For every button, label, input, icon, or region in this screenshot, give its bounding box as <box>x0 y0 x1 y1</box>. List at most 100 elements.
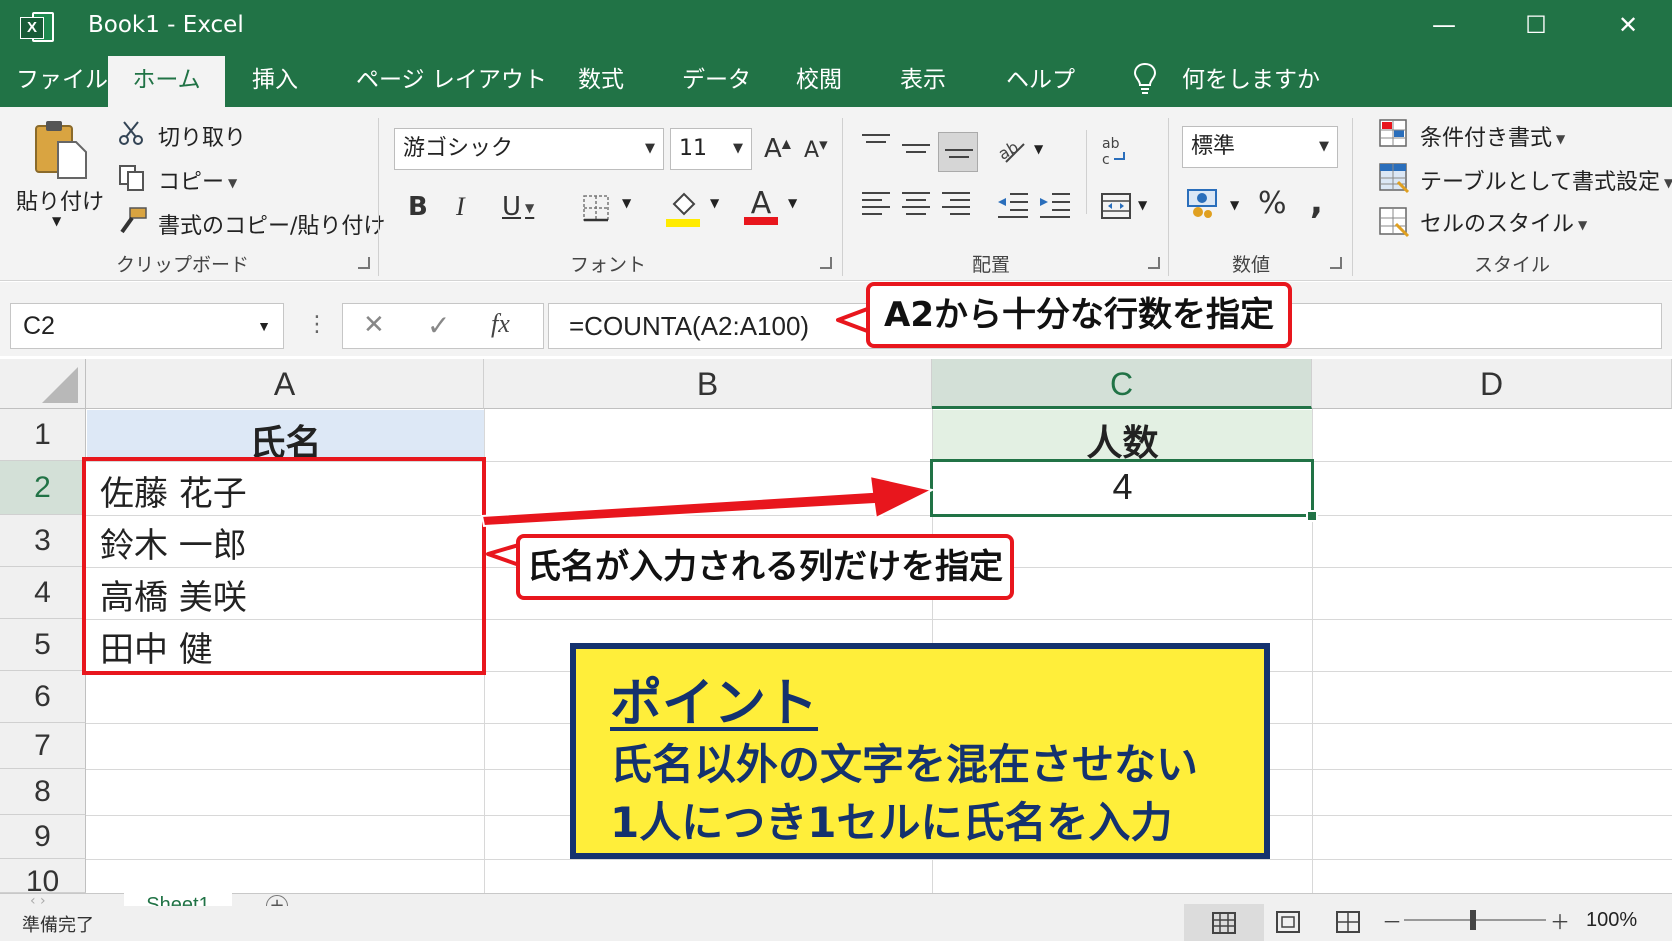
number-launcher-icon[interactable] <box>1330 257 1342 269</box>
row-header-5[interactable]: 5 <box>0 619 86 671</box>
grow-font-button[interactable]: A▲ <box>764 134 791 164</box>
row-header-2[interactable]: 2 <box>0 461 86 515</box>
wrap-text-icon[interactable]: ab c <box>1100 134 1130 168</box>
formula-callout: A2から十分な行数を指定 <box>866 282 1292 348</box>
currency-dropdown-icon[interactable]: ▼ <box>1230 198 1239 212</box>
row-header-7[interactable]: 7 <box>0 723 86 769</box>
borders-icon[interactable] <box>582 194 610 222</box>
increase-indent-icon[interactable] <box>1038 190 1072 220</box>
zoom-out-button[interactable]: － <box>1382 906 1402 935</box>
align-left-icon[interactable] <box>862 192 890 220</box>
page-break-view-icon[interactable] <box>1336 911 1360 933</box>
paste-icon[interactable] <box>32 118 90 180</box>
fill-color-icon[interactable] <box>666 190 700 228</box>
status-bar <box>0 906 1672 941</box>
decrease-indent-icon[interactable] <box>996 190 1030 220</box>
point-line-1: 氏名以外の文字を混在させない <box>610 740 1199 789</box>
align-top-icon[interactable] <box>862 134 890 148</box>
minimize-button[interactable]: — <box>1420 8 1468 42</box>
merge-dropdown-icon[interactable]: ▼ <box>1138 198 1147 212</box>
zoom-level[interactable]: 100% <box>1586 909 1637 932</box>
tab-help[interactable]: ヘルプ <box>1006 60 1075 94</box>
scissors-icon <box>119 121 143 145</box>
orientation-icon[interactable]: ab <box>996 134 1030 166</box>
column-header-c[interactable]: C <box>932 359 1312 409</box>
comma-button[interactable]: , <box>1310 182 1323 222</box>
orientation-dropdown-icon[interactable]: ▼ <box>1034 142 1043 156</box>
red-arrow-icon <box>480 474 935 528</box>
row-header-3[interactable]: 3 <box>0 515 86 567</box>
tab-page-layout[interactable]: ページ レイアウト <box>356 60 547 94</box>
clipboard-launcher-icon[interactable] <box>358 257 370 269</box>
copy-button[interactable]: コピー ▼ <box>158 164 237 196</box>
insert-function-button[interactable]: fx <box>491 309 510 339</box>
cancel-entry-button[interactable]: ✕ <box>363 310 385 340</box>
format-as-table-button[interactable]: テーブルとして書式設定 ▼ <box>1420 164 1672 196</box>
normal-view-icon <box>1212 912 1236 934</box>
confirm-entry-button[interactable]: ✓ <box>427 309 450 342</box>
column-header-d[interactable]: D <box>1312 359 1672 409</box>
page-layout-view-icon[interactable] <box>1276 911 1300 933</box>
alignment-group-label: 配置 <box>972 254 1011 276</box>
paste-dropdown-icon[interactable]: ▼ <box>52 214 61 228</box>
font-color-icon[interactable]: A <box>744 186 778 225</box>
clipboard-group-label: クリップボード <box>116 254 250 276</box>
format-painter-icon <box>120 207 147 234</box>
cut-button[interactable]: 切り取り <box>158 120 246 152</box>
row-header-8[interactable]: 8 <box>0 769 86 815</box>
align-right-icon[interactable] <box>942 192 970 220</box>
font-name-select[interactable]: 游ゴシック ▼ <box>394 128 664 170</box>
font-color-dropdown-icon[interactable]: ▼ <box>788 196 797 210</box>
italic-button[interactable]: I <box>456 192 465 222</box>
zoom-in-button[interactable]: ＋ <box>1550 906 1570 935</box>
row-header-6[interactable]: 6 <box>0 671 86 723</box>
zoom-slider-thumb[interactable] <box>1470 910 1476 930</box>
tell-me-search[interactable]: 何をしますか <box>1182 60 1320 94</box>
percent-button[interactable]: % <box>1258 186 1287 221</box>
tab-view[interactable]: 表示 <box>900 60 946 94</box>
shrink-font-button[interactable]: A▼ <box>804 138 828 163</box>
align-center-icon[interactable] <box>902 192 930 220</box>
tab-review[interactable]: 校閲 <box>796 60 842 94</box>
column-header-a[interactable]: A <box>86 359 484 409</box>
align-bottom-button[interactable] <box>938 132 978 172</box>
chevron-down-icon: ▼ <box>257 318 271 334</box>
font-launcher-icon[interactable] <box>820 257 832 269</box>
fill-handle[interactable] <box>1306 510 1318 522</box>
cell-styles-button[interactable]: セルのスタイル ▼ <box>1420 206 1587 238</box>
font-size-select[interactable]: 11 ▼ <box>670 128 752 170</box>
alignment-launcher-icon[interactable] <box>1148 257 1160 269</box>
tab-data[interactable]: データ <box>682 60 751 94</box>
maximize-button[interactable]: ☐ <box>1512 8 1560 42</box>
paste-button[interactable]: 貼り付け <box>16 184 104 216</box>
row-header-1[interactable]: 1 <box>0 409 86 461</box>
close-button[interactable]: ✕ <box>1604 8 1652 42</box>
merge-center-icon[interactable] <box>1100 192 1132 220</box>
more-options-icon[interactable]: ⋮ <box>306 312 328 337</box>
fill-color-dropdown-icon[interactable]: ▼ <box>710 196 719 210</box>
chevron-down-icon: ▼ <box>733 141 743 156</box>
bold-button[interactable]: B <box>408 192 428 222</box>
conditional-formatting-icon <box>1379 119 1407 147</box>
underline-button[interactable]: U ▼ <box>502 192 534 222</box>
row-header-4[interactable]: 4 <box>0 567 86 619</box>
number-format-select[interactable]: 標準 ▼ <box>1182 126 1338 168</box>
row-header-10[interactable]: 10 <box>0 859 86 893</box>
copy-dropdown-icon[interactable]: ▼ <box>228 176 237 190</box>
chevron-down-icon: ▼ <box>645 141 655 156</box>
conditional-formatting-button[interactable]: 条件付き書式 ▼ <box>1420 120 1565 152</box>
select-all-button[interactable] <box>0 359 86 409</box>
row-header-9[interactable]: 9 <box>0 815 86 859</box>
borders-dropdown-icon[interactable]: ▼ <box>622 196 631 210</box>
tab-home[interactable]: ホーム <box>108 56 225 107</box>
tab-formulas[interactable]: 数式 <box>578 60 624 94</box>
format-painter-button[interactable]: 書式のコピー/貼り付け <box>158 208 385 240</box>
tab-file[interactable]: ファイル <box>16 60 108 94</box>
range-highlight-box <box>82 457 486 675</box>
column-header-b[interactable]: B <box>484 359 932 409</box>
align-middle-icon[interactable] <box>902 144 930 158</box>
currency-icon[interactable] <box>1186 186 1222 220</box>
normal-view-button[interactable] <box>1184 904 1264 941</box>
name-box[interactable]: C2 ▼ <box>10 303 284 349</box>
tab-insert[interactable]: 挿入 <box>252 60 298 94</box>
